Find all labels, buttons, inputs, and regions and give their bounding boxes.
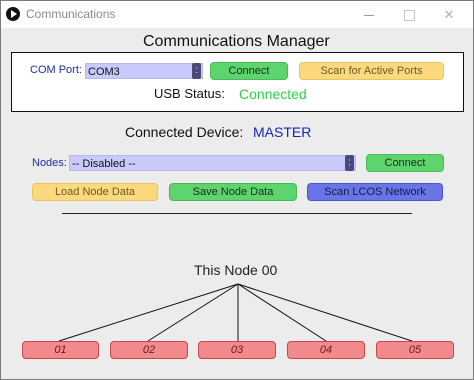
minimize-button[interactable]: [351, 1, 387, 28]
node-tree-lines: [58, 283, 413, 342]
close-button[interactable]: ✕: [431, 1, 467, 28]
child-node-button[interactable]: 05: [376, 341, 454, 359]
child-node-button[interactable]: 04: [287, 341, 365, 359]
app-icon: [6, 7, 20, 21]
title-bar[interactable]: Communications ✕: [1, 1, 473, 28]
child-node-button[interactable]: 01: [22, 341, 99, 359]
main-content: Communications Manager COM Port: COM3 : …: [2, 29, 473, 379]
maximize-button[interactable]: [391, 1, 427, 28]
child-node-button[interactable]: 03: [198, 341, 276, 359]
child-node-button[interactable]: 02: [110, 341, 188, 359]
window-title: Communications: [26, 7, 116, 21]
communications-window: Communications ✕ Communications Manager …: [0, 0, 474, 380]
